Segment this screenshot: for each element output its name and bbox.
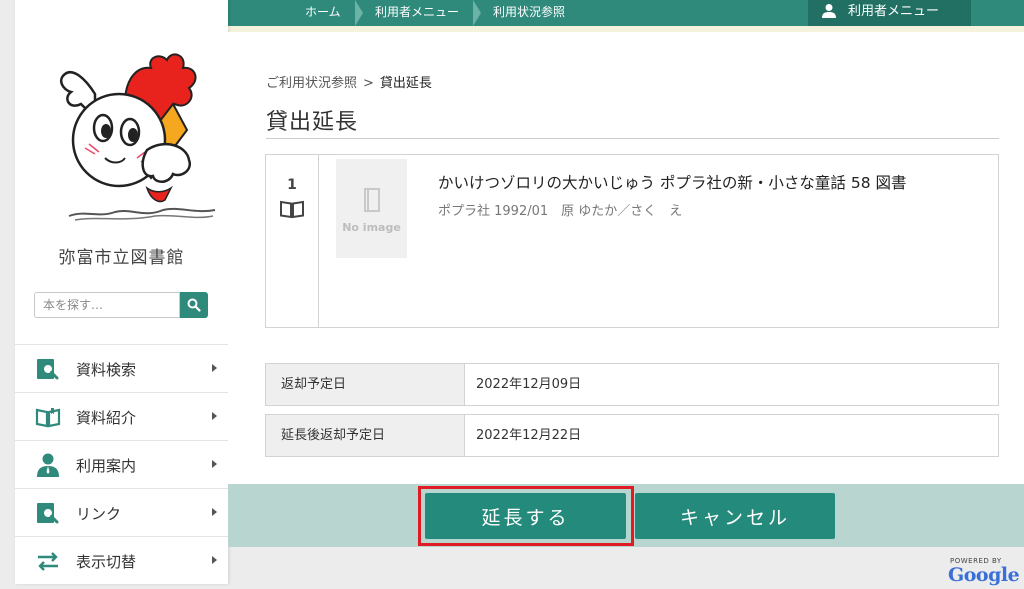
due-date-value: 2022年12月09日 [476,377,582,392]
chevron-right-icon [212,460,217,468]
breadcrumb: ご利用状況参照 > 貸出延長 [266,72,432,91]
google-logo[interactable]: Google [948,564,1020,586]
book-number: 1 [287,177,297,193]
google-logo-text: Google [948,564,1020,586]
chevron-right-icon [212,412,217,420]
book-index-column: 1 [266,155,319,327]
sidebar-item-links[interactable]: リンク [15,488,228,536]
nav-home-link[interactable]: ホーム [305,0,341,26]
sidebar-item-introduction[interactable]: 資料紹介 [15,392,228,440]
sidebar-nav: 資料検索 資料紹介 利用案内 リンク 表示切替 [15,344,228,584]
due-date-row: 返却予定日 2022年12月09日 [265,363,999,406]
sidebar-item-display-switch[interactable]: 表示切替 [15,536,228,584]
search-icon [187,298,201,312]
extended-due-date-row: 延長後返却予定日 2022年12月22日 [265,414,999,457]
book-cover-placeholder: No image [336,159,407,258]
user-icon [822,4,836,18]
cancel-button[interactable]: キャンセル [635,493,835,539]
nav-user-menu-link[interactable]: 利用者メニュー [375,0,459,26]
search-doc-icon [37,359,59,380]
sidebar-item-label: 利用案内 [76,457,137,475]
link-doc-icon [37,503,59,524]
book-icon [280,200,304,219]
user-menu-label: 利用者メニュー [848,4,940,19]
library-name: 弥富市立図書館 [58,248,185,268]
due-date-label: 返却予定日 [266,364,465,405]
open-book-icon [35,408,61,428]
mascot-logo[interactable] [55,38,225,223]
chevron-right-icon [212,556,217,564]
chevron-right-icon [212,508,217,516]
extended-due-date-value: 2022年12月22日 [476,428,582,443]
no-image-label: No image [342,221,401,234]
search-button[interactable] [180,292,208,318]
search-input[interactable] [34,292,180,318]
sidebar-item-label: 資料検索 [76,361,137,379]
sidebar-item-label: 表示切替 [76,553,137,571]
breadcrumb-usage-link[interactable]: ご利用状況参照 [266,76,357,91]
switch-arrows-icon [38,552,58,571]
extend-button[interactable]: 延長する [425,493,626,539]
page-title: 貸出延長 [266,110,359,135]
sidebar-item-guide[interactable]: 利用案内 [15,440,228,488]
person-icon [37,453,59,477]
book-title[interactable]: かいけつゾロリの大かいじゅう ポプラ社の新・小さな童話 58 図書 [438,171,907,193]
nav-separator [355,0,363,26]
breadcrumb-current: 貸出延長 [379,76,432,91]
nav-separator [473,0,481,26]
no-image-book-icon [364,188,380,212]
breadcrumb-separator: > [363,76,374,91]
book-card: 1 No image かいけつゾロリの大かいじゅう ポプラ社の新・小さな童話 5… [265,154,999,328]
title-divider [266,138,999,139]
book-meta: ポプラ社 1992/01 原 ゆたか／さく え [438,204,683,219]
extended-due-date-label: 延長後返却予定日 [266,415,465,456]
sidebar-item-label: リンク [76,505,122,523]
chevron-right-icon [212,364,217,372]
nav-usage-status-link[interactable]: 利用状況参照 [493,0,565,26]
user-menu-button[interactable]: 利用者メニュー [808,0,971,26]
sidebar: 弥富市立図書館 資料検索 資料紹介 [15,0,228,584]
sidebar-item-search[interactable]: 資料検索 [15,344,228,392]
sidebar-item-label: 資料紹介 [76,409,137,427]
